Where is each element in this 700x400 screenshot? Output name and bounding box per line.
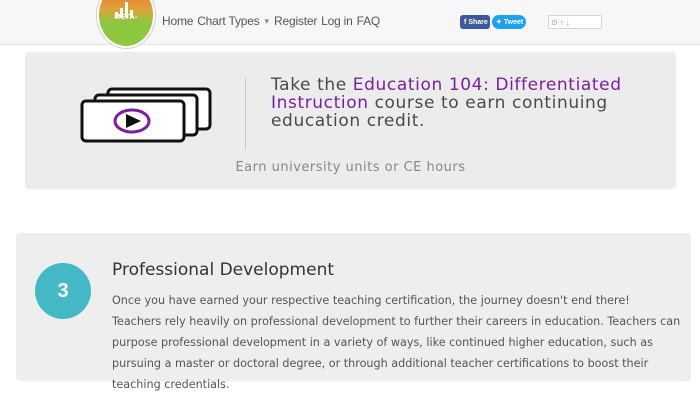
upvote-icon: ↑ [559,17,564,27]
dropdown-caret-icon: ▾ [264,15,270,26]
step-title: Professional Development [112,260,335,280]
twitter-tweet-label: Tweet [503,18,524,26]
downvote-icon: ↓ [565,17,570,27]
twitter-bird-icon: ✦ [496,19,502,26]
logo-text: META- [114,14,138,21]
facebook-share-button[interactable]: f Share [460,15,490,29]
nav-chart-types-link[interactable]: Chart Types [197,14,259,28]
facebook-share-label: Share [468,18,488,26]
promo-divider [245,78,246,150]
video-slides-icon [80,87,212,143]
facebook-icon: f [464,18,467,26]
nav-faq-link[interactable]: FAQ [357,14,381,28]
nav-register-link[interactable]: Register [274,14,317,28]
promo-message: Take the Education 104: Differentiated I… [271,76,671,130]
site-logo[interactable]: META- [97,0,155,48]
social-widget[interactable]: ⊙ ↑ ↓ [548,15,602,29]
nav-login-link[interactable]: Log in [321,14,353,28]
reddit-icon: ⊙ [551,17,558,27]
step-card: 3 Professional Development Once you have… [16,233,691,391]
course-promo-card[interactable]: Take the Education 104: Differentiated I… [25,52,676,189]
main-nav: Home Chart Types ▾ Register Log in FAQ [162,14,380,28]
top-navigation-bar: META- Home Chart Types ▾ Register Log in… [0,0,700,48]
step-description: Once you have earned your respective tea… [112,294,681,391]
twitter-tweet-button[interactable]: ✦ Tweet [492,15,526,29]
nav-home-link[interactable]: Home [162,14,193,28]
step-number-badge: 3 [35,263,91,319]
promo-subtext: Earn university units or CE hours [235,160,466,175]
promo-text-before: Take the [271,75,353,95]
